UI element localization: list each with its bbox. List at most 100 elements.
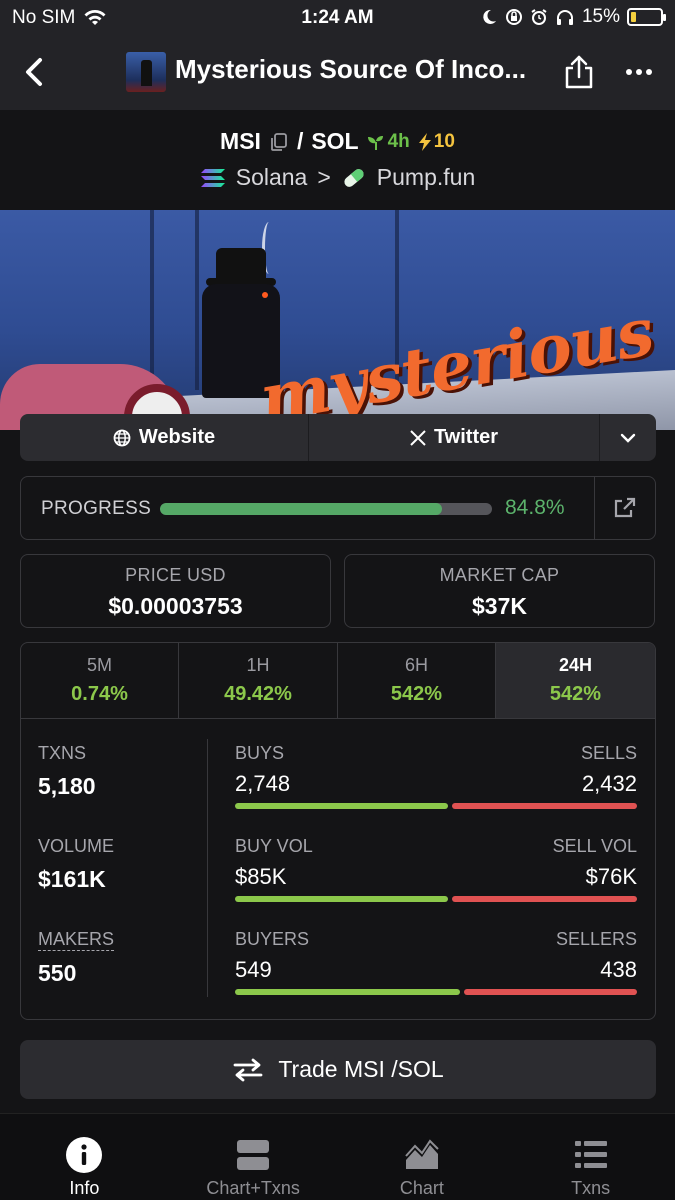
sell-vol-bar [452, 896, 637, 902]
base-symbol: MSI [220, 128, 261, 154]
sell-vol-label: SELL VOL [552, 836, 637, 856]
page-title: Mysterious Source Of Inco... [175, 54, 527, 84]
buyers-sellers-bar [235, 989, 637, 995]
sells-bar [452, 803, 637, 809]
tab-change-value: 542% [549, 683, 602, 705]
boost-badge[interactable]: 10 [418, 131, 455, 153]
chart-txns-icon [237, 1140, 270, 1170]
back-button[interactable] [18, 52, 52, 92]
bonding-progress-card: PROGRESS 84.8% [20, 476, 656, 540]
boost-count: 10 [433, 130, 455, 152]
pair-age-value: 4h [387, 130, 410, 152]
headphones-icon [556, 10, 573, 25]
tab-info[interactable]: Info [0, 1114, 169, 1200]
tab-chart-label: Chart [399, 1178, 444, 1198]
performance-card: 5M 0.74% 1H 49.42% 6H 542% 24H 542% TXNS… [20, 642, 656, 1020]
twitter-button[interactable]: Twitter [309, 414, 600, 461]
twitter-label: Twitter [433, 426, 499, 448]
sells-value: 2,432 [581, 771, 637, 796]
nav-bar: Mysterious Source Of Inco... [0, 36, 675, 110]
external-link-icon[interactable] [613, 496, 637, 520]
buys-bar [235, 803, 449, 809]
makers-row: MAKERS 550 BUYERS SELLERS 549 438 [21, 929, 655, 1013]
sells-label: SELLS [580, 743, 637, 763]
tab-1h[interactable]: 1H 49.42% [179, 643, 338, 718]
sellers-value: 438 [600, 957, 637, 982]
dex-name[interactable]: Pump.fun [377, 164, 475, 191]
buyers-label: BUYERS [235, 929, 310, 949]
tab-6h[interactable]: 6H 542% [338, 643, 496, 718]
links-bar: Website Twitter [20, 414, 656, 461]
buy-vol-value: $85K [235, 864, 287, 889]
website-button[interactable]: Website [20, 414, 309, 461]
pair-age: 4h [367, 131, 410, 153]
bottom-tab-bar: Info Chart+Txns Chart Txns [0, 1113, 675, 1200]
trade-label: Trade MSI /SOL [278, 1056, 444, 1082]
txns-label: TXNS [38, 743, 87, 763]
seedling-icon [367, 135, 383, 150]
buyers-value: 549 [235, 957, 272, 982]
progress-label: PROGRESS [41, 498, 152, 519]
market-cap-card: MARKET CAP $37K [344, 554, 655, 628]
tab-chart-txns-label: Chart+Txns [206, 1178, 300, 1198]
makers-value: 550 [38, 960, 77, 986]
txns-row: TXNS 5,180 BUYS SELLS 2,748 2,432 [21, 743, 655, 827]
token-avatar [126, 52, 166, 92]
globe-icon [113, 429, 131, 446]
sellers-bar [464, 989, 637, 995]
tab-info-label: Info [69, 1178, 100, 1198]
volume-value: $161K [38, 866, 106, 892]
volume-row: VOLUME $161K BUY VOL SELL VOL $85K $76K [21, 836, 655, 920]
buys-value: 2,748 [235, 771, 291, 796]
tab-change-value: 0.74% [71, 683, 128, 705]
buys-label: BUYS [235, 743, 285, 763]
progress-bar [160, 503, 492, 515]
tab-24h[interactable]: 24H 542% [496, 643, 655, 718]
chevron-down-icon [620, 433, 636, 443]
alarm-icon [531, 9, 547, 25]
tab-txns-label: Txns [571, 1178, 611, 1198]
makers-label[interactable]: MAKERS [38, 929, 115, 951]
sellers-label: SELLERS [555, 929, 637, 949]
chevron-right-icon: > [317, 164, 331, 190]
tab-txns[interactable]: Txns [506, 1114, 675, 1200]
solana-icon [200, 168, 225, 187]
price-usd-card: PRICE USD $0.00003753 [20, 554, 331, 628]
tab-chart-txns[interactable]: Chart+Txns [169, 1114, 338, 1200]
market-cap-value: $37K [472, 593, 527, 619]
pair-header: MSI / SOL 4h 10 Solana > Pump.fun [0, 110, 675, 210]
battery-icon [627, 8, 666, 26]
more-links-button[interactable] [600, 414, 656, 461]
txns-value: 5,180 [38, 773, 96, 799]
area-chart-icon [405, 1139, 439, 1169]
list-icon [574, 1141, 607, 1168]
rotation-lock-icon [505, 9, 522, 25]
tab-label: 6H [404, 655, 428, 675]
buy-vol-bar [235, 896, 449, 902]
chain-line: Solana > Pump.fun [0, 164, 675, 191]
status-right: 15% [480, 6, 666, 28]
copy-icon[interactable] [269, 132, 289, 152]
x-logo-icon [410, 429, 426, 446]
timeframe-tabs: 5M 0.74% 1H 49.42% 6H 542% 24H 542% [21, 643, 655, 719]
market-cap-label: MARKET CAP [439, 565, 560, 585]
tab-chart[interactable]: Chart [338, 1114, 507, 1200]
buy-vol-label: BUY VOL [235, 836, 313, 856]
price-usd-value: $0.00003753 [108, 593, 243, 619]
pair-separator: / [296, 128, 304, 154]
volume-label: VOLUME [38, 836, 115, 856]
share-button[interactable] [562, 54, 596, 90]
tab-change-value: 542% [390, 683, 443, 705]
tab-change-value: 49.42% [224, 683, 292, 705]
trade-button[interactable]: Trade MSI /SOL [20, 1040, 656, 1099]
sell-vol-value: $76K [585, 864, 637, 889]
pair-line: MSI / SOL 4h 10 [0, 128, 675, 155]
lightning-icon [418, 132, 431, 151]
battery-percent: 15% [581, 6, 620, 27]
progress-percent: 84.8% [505, 496, 565, 519]
tab-5m[interactable]: 5M 0.74% [21, 643, 179, 718]
tab-label: 1H [246, 655, 270, 675]
pill-icon [344, 168, 364, 187]
chain-name[interactable]: Solana [236, 164, 308, 191]
more-options-button[interactable] [622, 58, 656, 86]
